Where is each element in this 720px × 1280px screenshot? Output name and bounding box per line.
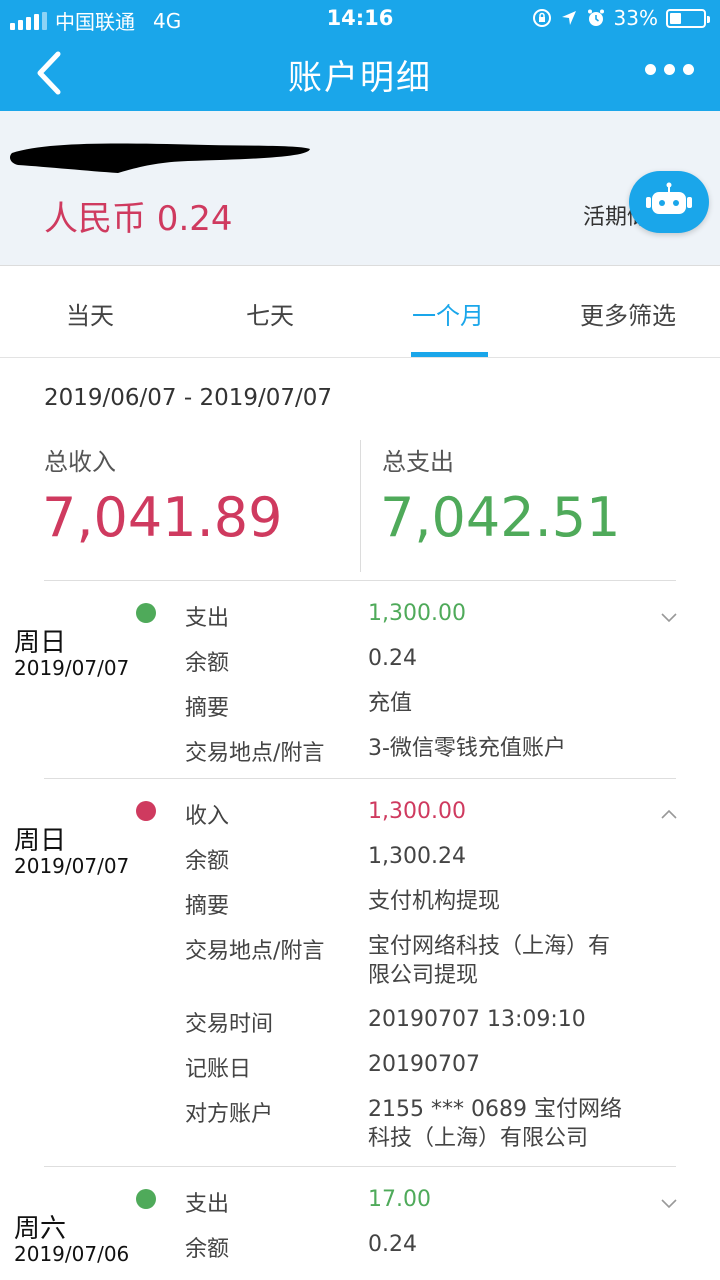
chevron-down-icon[interactable] (660, 1198, 678, 1210)
redaction-mark (10, 143, 310, 173)
field-label: 记账日 (185, 1057, 252, 1082)
balance-value: 1,300.24 (368, 844, 466, 869)
divider (44, 580, 676, 581)
field-label: 收入 (185, 804, 230, 829)
divider (44, 1166, 676, 1167)
account-card: 人民币 0.24 活期储 (0, 111, 720, 265)
field-label: 支出 (185, 1192, 230, 1217)
amount-value: 1,300.00 (368, 799, 466, 824)
field-label: 余额 (185, 651, 230, 676)
chevron-down-icon[interactable] (660, 612, 678, 624)
chevron-up-icon[interactable] (660, 808, 678, 820)
active-tab-indicator (411, 352, 488, 357)
total-income-label: 总收入 (44, 448, 116, 476)
transaction-date: 2019/07/07 (14, 854, 130, 878)
robot-icon[interactable] (629, 171, 709, 233)
transaction-weekday: 周六 (14, 1214, 67, 1244)
location-arrow-icon (561, 11, 576, 25)
robot-face (646, 182, 692, 214)
transaction-time-value: 20190707 13:09:10 (368, 1007, 586, 1032)
balance-value: 0.24 (368, 646, 417, 671)
summary-value: 充值 (368, 691, 413, 716)
total-income-value: 7,041.89 (42, 486, 283, 549)
transaction-weekday: 周日 (14, 826, 67, 856)
counterparty-value: 2155 *** 0689 宝付网络科技（上海）有限公司 (368, 1097, 622, 1151)
location-value: 3-微信零钱充值账户 (368, 736, 566, 761)
field-label: 支出 (185, 606, 230, 631)
page-title: 账户明细 (288, 58, 432, 98)
amount-value: 1,300.00 (368, 601, 466, 626)
battery-icon (666, 8, 710, 28)
date-range: 2019/06/07 - 2019/07/07 (44, 385, 333, 411)
field-label: 交易地点/附言 (185, 741, 325, 766)
more-dots-icon[interactable] (645, 64, 694, 75)
field-label: 摘要 (185, 894, 230, 919)
balance-value: 0.24 (368, 1232, 417, 1257)
field-label: 对方账户 (185, 1102, 274, 1127)
nav-bar: 账户明细 (0, 36, 720, 111)
expense-dot (136, 1189, 156, 1209)
divider (44, 778, 676, 779)
rotation-lock-icon (532, 9, 551, 27)
income-dot (136, 801, 156, 821)
account-balance: 人民币 0.24 (44, 199, 233, 239)
field-label: 余额 (185, 1237, 230, 1262)
posting-date-value: 20190707 (368, 1052, 480, 1077)
summary-value: 支付机构提现 (368, 889, 501, 914)
total-expense-value: 7,042.51 (380, 486, 621, 549)
transaction-date: 2019/07/06 (14, 1242, 130, 1266)
tab-today[interactable]: 当天 (66, 296, 114, 331)
summary-divider (360, 440, 361, 572)
status-right: 33% (532, 6, 710, 30)
field-label: 余额 (185, 849, 230, 874)
battery-percent: 33% (613, 6, 658, 30)
status-bar: 中国联通 4G 14:16 33% (0, 0, 720, 36)
field-label: 摘要 (185, 696, 230, 721)
field-label: 交易时间 (185, 1012, 274, 1037)
amount-value: 17.00 (368, 1187, 431, 1212)
location-value: 宝付网络科技（上海）有限公司提现 (368, 934, 611, 988)
period-tabs: 当天 七天 一个月 更多筛选 (0, 265, 720, 358)
field-label: 交易地点/附言 (185, 939, 325, 964)
tab-one-month[interactable]: 一个月 (412, 296, 484, 331)
tab-seven-days[interactable]: 七天 (246, 296, 294, 331)
total-expense-label: 总支出 (382, 448, 454, 476)
alarm-icon (587, 9, 604, 26)
tab-more-filters[interactable]: 更多筛选 (580, 296, 676, 331)
top-bar: 中国联通 4G 14:16 33% 账户明细 (0, 0, 720, 111)
transaction-date: 2019/07/07 (14, 656, 130, 680)
expense-dot (136, 603, 156, 623)
transaction-weekday: 周日 (14, 628, 67, 658)
